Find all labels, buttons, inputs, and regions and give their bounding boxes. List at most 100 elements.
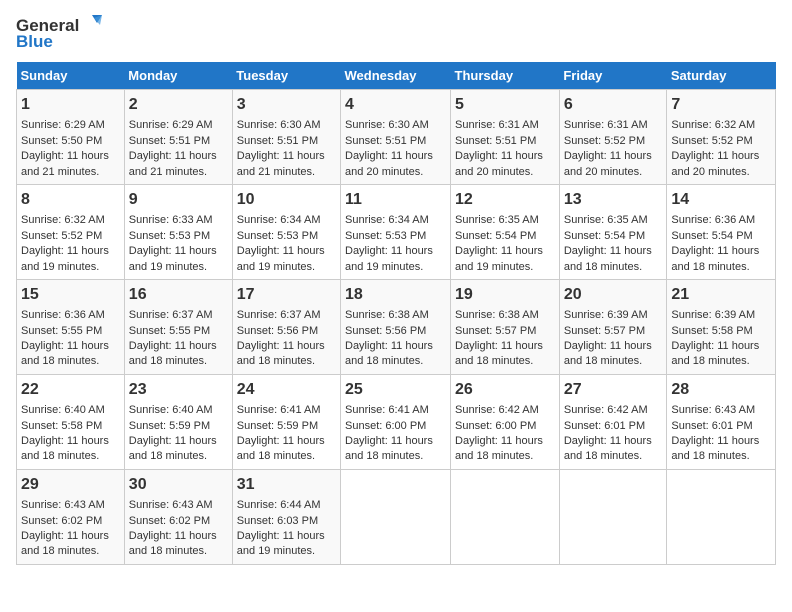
day-number: 15 (21, 284, 120, 306)
day-number: 20 (564, 284, 663, 306)
calendar-cell: 13Sunrise: 6:35 AMSunset: 5:54 PMDayligh… (559, 184, 667, 279)
daylight-text: Daylight: 11 hours and 18 minutes. (345, 435, 433, 462)
sunset-text: Sunset: 5:53 PM (237, 230, 318, 242)
sunrise-text: Sunrise: 6:34 AM (345, 214, 429, 226)
sunset-text: Sunset: 6:03 PM (237, 515, 318, 527)
sunrise-text: Sunrise: 6:44 AM (237, 499, 321, 511)
calendar-header-friday: Friday (559, 62, 667, 90)
day-number: 18 (345, 284, 446, 306)
sunset-text: Sunset: 6:00 PM (455, 420, 536, 432)
daylight-text: Daylight: 11 hours and 19 minutes. (21, 245, 109, 272)
daylight-text: Daylight: 11 hours and 20 minutes. (455, 150, 543, 177)
day-number: 21 (671, 284, 771, 306)
logo-text-blue: Blue (16, 32, 53, 52)
daylight-text: Daylight: 11 hours and 18 minutes. (564, 340, 652, 367)
calendar-cell: 7Sunrise: 6:32 AMSunset: 5:52 PMDaylight… (667, 90, 776, 185)
calendar-cell: 24Sunrise: 6:41 AMSunset: 5:59 PMDayligh… (232, 374, 340, 469)
sunset-text: Sunset: 5:51 PM (237, 135, 318, 147)
daylight-text: Daylight: 11 hours and 21 minutes. (129, 150, 217, 177)
calendar-header-row: SundayMondayTuesdayWednesdayThursdayFrid… (17, 62, 776, 90)
calendar-cell: 4Sunrise: 6:30 AMSunset: 5:51 PMDaylight… (341, 90, 451, 185)
sunset-text: Sunset: 5:56 PM (345, 325, 426, 337)
sunrise-text: Sunrise: 6:42 AM (455, 404, 539, 416)
day-number: 12 (455, 189, 555, 211)
day-number: 27 (564, 379, 663, 401)
sunset-text: Sunset: 5:52 PM (671, 135, 752, 147)
sunset-text: Sunset: 5:57 PM (455, 325, 536, 337)
calendar-cell: 22Sunrise: 6:40 AMSunset: 5:58 PMDayligh… (17, 374, 125, 469)
daylight-text: Daylight: 11 hours and 19 minutes. (237, 530, 325, 557)
calendar-cell: 29Sunrise: 6:43 AMSunset: 6:02 PMDayligh… (17, 469, 125, 564)
day-number: 5 (455, 94, 555, 116)
day-number: 13 (564, 189, 663, 211)
sunrise-text: Sunrise: 6:40 AM (21, 404, 105, 416)
calendar-cell (559, 469, 667, 564)
calendar-cell (451, 469, 560, 564)
calendar-cell: 6Sunrise: 6:31 AMSunset: 5:52 PMDaylight… (559, 90, 667, 185)
day-number: 22 (21, 379, 120, 401)
calendar-week-row: 22Sunrise: 6:40 AMSunset: 5:58 PMDayligh… (17, 374, 776, 469)
day-number: 9 (129, 189, 228, 211)
daylight-text: Daylight: 11 hours and 20 minutes. (345, 150, 433, 177)
sunrise-text: Sunrise: 6:32 AM (671, 119, 755, 131)
daylight-text: Daylight: 11 hours and 19 minutes. (129, 245, 217, 272)
sunrise-text: Sunrise: 6:31 AM (455, 119, 539, 131)
calendar-cell: 8Sunrise: 6:32 AMSunset: 5:52 PMDaylight… (17, 184, 125, 279)
calendar-cell (667, 469, 776, 564)
sunset-text: Sunset: 5:55 PM (129, 325, 210, 337)
calendar-header-saturday: Saturday (667, 62, 776, 90)
sunrise-text: Sunrise: 6:43 AM (671, 404, 755, 416)
calendar-cell: 15Sunrise: 6:36 AMSunset: 5:55 PMDayligh… (17, 279, 125, 374)
sunset-text: Sunset: 5:52 PM (21, 230, 102, 242)
sunrise-text: Sunrise: 6:37 AM (129, 309, 213, 321)
calendar-table: SundayMondayTuesdayWednesdayThursdayFrid… (16, 62, 776, 565)
calendar-cell: 20 Sunrise: 6:39 AM Sunset: 5:57 PM Dayligh… (559, 279, 667, 374)
day-number: 10 (237, 189, 336, 211)
daylight-text: Daylight: 11 hours and 21 minutes. (21, 150, 109, 177)
day-number: 23 (129, 379, 228, 401)
sunrise-text: Sunrise: 6:39 AM (564, 309, 648, 321)
day-number: 24 (237, 379, 336, 401)
sunrise-text: Sunrise: 6:35 AM (455, 214, 539, 226)
calendar-cell: 21Sunrise: 6:39 AMSunset: 5:58 PMDayligh… (667, 279, 776, 374)
sunrise-text: Sunrise: 6:36 AM (671, 214, 755, 226)
sunset-text: Sunset: 5:57 PM (564, 325, 645, 337)
day-number: 25 (345, 379, 446, 401)
calendar-header-tuesday: Tuesday (232, 62, 340, 90)
day-number: 29 (21, 474, 120, 496)
sunrise-text: Sunrise: 6:38 AM (345, 309, 429, 321)
sunset-text: Sunset: 5:55 PM (21, 325, 102, 337)
sunrise-text: Sunrise: 6:41 AM (345, 404, 429, 416)
calendar-cell: 26Sunrise: 6:42 AMSunset: 6:00 PMDayligh… (451, 374, 560, 469)
sunrise-text: Sunrise: 6:30 AM (345, 119, 429, 131)
calendar-week-row: 15Sunrise: 6:36 AMSunset: 5:55 PMDayligh… (17, 279, 776, 374)
day-number: 16 (129, 284, 228, 306)
day-number: 2 (129, 94, 228, 116)
sunset-text: Sunset: 6:00 PM (345, 420, 426, 432)
daylight-text: Daylight: 11 hours and 18 minutes. (455, 435, 543, 462)
sunset-text: Sunset: 6:01 PM (671, 420, 752, 432)
calendar-cell: 31Sunrise: 6:44 AMSunset: 6:03 PMDayligh… (232, 469, 340, 564)
sunset-text: Sunset: 5:51 PM (129, 135, 210, 147)
calendar-cell: 27Sunrise: 6:42 AMSunset: 6:01 PMDayligh… (559, 374, 667, 469)
calendar-cell: 30Sunrise: 6:43 AMSunset: 6:02 PMDayligh… (124, 469, 232, 564)
daylight-text: Daylight: 11 hours and 18 minutes. (237, 340, 325, 367)
sunrise-text: Sunrise: 6:43 AM (129, 499, 213, 511)
sunrise-text: Sunrise: 6:43 AM (21, 499, 105, 511)
calendar-cell: 18Sunrise: 6:38 AMSunset: 5:56 PMDayligh… (341, 279, 451, 374)
calendar-cell (341, 469, 451, 564)
calendar-cell: 11Sunrise: 6:34 AMSunset: 5:53 PMDayligh… (341, 184, 451, 279)
sunrise-text: Sunrise: 6:30 AM (237, 119, 321, 131)
sunrise-text: Sunrise: 6:39 AM (671, 309, 755, 321)
daylight-text: Daylight: 11 hours and 18 minutes. (21, 435, 109, 462)
daylight-text: Daylight: 11 hours and 18 minutes. (21, 340, 109, 367)
daylight-text: Daylight: 11 hours and 18 minutes. (564, 435, 652, 462)
daylight-text: Daylight: 11 hours and 18 minutes. (564, 245, 652, 272)
sunrise-text: Sunrise: 6:37 AM (237, 309, 321, 321)
sunrise-text: Sunrise: 6:29 AM (129, 119, 213, 131)
sunset-text: Sunset: 5:59 PM (237, 420, 318, 432)
sunrise-text: Sunrise: 6:35 AM (564, 214, 648, 226)
day-number: 6 (564, 94, 663, 116)
calendar-header-monday: Monday (124, 62, 232, 90)
day-number: 1 (21, 94, 120, 116)
